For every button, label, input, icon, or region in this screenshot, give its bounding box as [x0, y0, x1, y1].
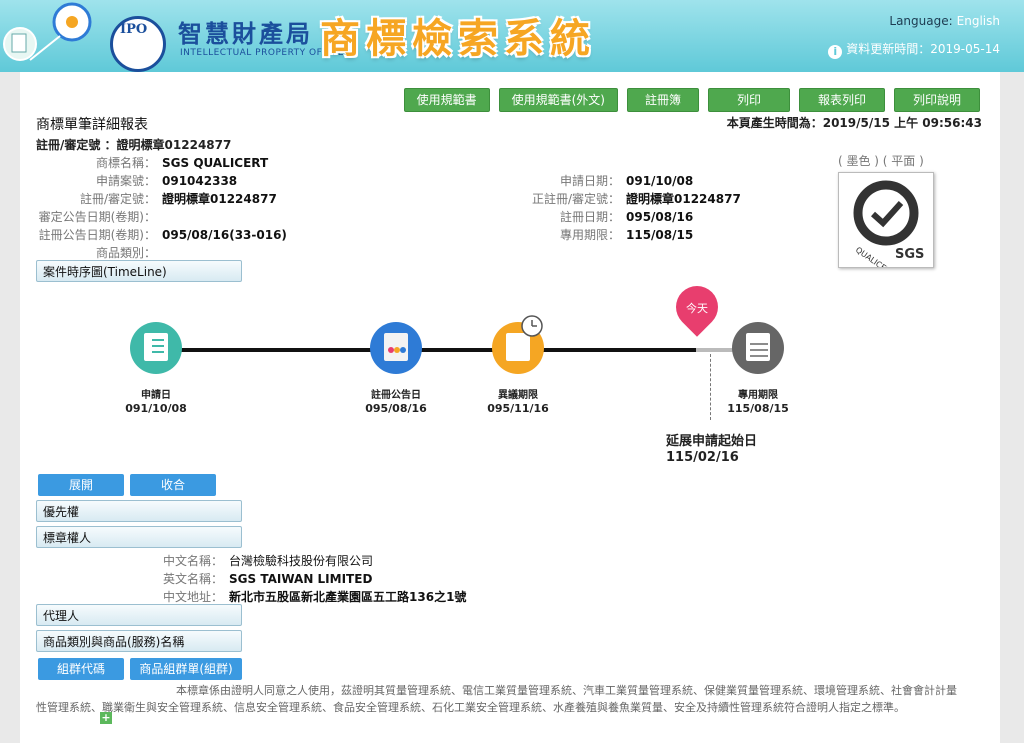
node-registration-pub-date: 095/08/16 — [365, 402, 427, 415]
data-update-time: i 資料更新時間：2019-05-14 — [828, 40, 1000, 59]
qualicert-word: QUALICERT — [854, 245, 896, 267]
node-application-label: 申請日 — [141, 390, 171, 401]
expand-plus-icon[interactable]: + — [100, 712, 112, 724]
info-icon: i — [828, 45, 843, 59]
report-title: 商標單筆詳細報表 — [36, 117, 148, 133]
node-registration-pub-label: 註冊公告日 — [371, 390, 421, 401]
detail-exclusive-term: 專用期限： 115/08/15 — [559, 228, 694, 242]
node-exclusive-term-label: 專用期限 — [738, 390, 778, 401]
collapse-all-button[interactable]: 收合 — [130, 474, 216, 496]
system-title: 商標檢索系統 — [320, 16, 596, 62]
section-timeline[interactable]: 案件時序圖(TimeLine) — [36, 260, 242, 282]
header-decoration-icon — [3, 2, 92, 61]
node-opposition-date: 095/11/16 — [487, 402, 549, 415]
qualicert-logo-icon: QUALICERT SGS — [853, 180, 924, 278]
expand-all-button[interactable]: 展開 — [38, 474, 124, 496]
org-name-cn: 智慧財產局 — [178, 20, 313, 48]
generated-time: 本頁產生時間為：2019/5/15 上午 09:56:43 — [726, 116, 982, 130]
extension-start-label: 延展申請起始日 — [666, 434, 758, 449]
node-exclusive-term-date: 115/08/15 — [727, 402, 789, 415]
toolbar: 使用規範書 使用規範書(外文) 註冊簿 列印 報表列印 列印說明 — [403, 88, 980, 112]
image-color-caption: ( 墨色 ) ( 平面 ) — [838, 154, 924, 168]
owner-name-cn: 中文名稱： 台灣檢驗科技股份有限公司 — [163, 554, 374, 568]
detail-application-date: 申請日期： 091/10/08 — [559, 174, 694, 188]
detail-trademark-name: 商標名稱： SGS QUALICERT — [95, 156, 269, 170]
detail-registration-no: 註冊/審定號： 證明標章01224877 — [79, 192, 277, 206]
site-header: IPO 智慧財產局 INTELLECTUAL PROPERTY OFFICE 商… — [0, 0, 1024, 72]
section-priority[interactable]: 優先權 — [36, 500, 242, 522]
register-book-button[interactable]: 註冊簿 — [627, 88, 699, 112]
node-exclusive-term-icon — [732, 322, 784, 374]
owner-name-en: 英文名稱： SGS TAIWAN LIMITED — [163, 572, 373, 586]
print-button[interactable]: 列印 — [708, 88, 790, 112]
detail-registration-pub-date: 註冊公告日期(卷期)： 095/08/16(33-016) — [38, 228, 287, 242]
usage-spec-button[interactable]: 使用規範書 — [403, 88, 490, 112]
node-registration-pub-icon — [370, 322, 422, 374]
detail-approval-pub-date: 審定公告日期(卷期)： — [38, 210, 156, 224]
timeline-line — [160, 348, 696, 352]
print-help-button[interactable]: 列印說明 — [894, 88, 980, 112]
report-print-button[interactable]: 報表列印 — [799, 88, 885, 112]
section-goods[interactable]: 商品類別與商品(服務)名稱 — [36, 630, 242, 652]
goods-description: 本標章係由證明人同意之人使用，茲證明其質量管理系統、電信工業質量管理系統、汽車工… — [36, 684, 957, 714]
report-content: 使用規範書 使用規範書(外文) 註冊簿 列印 報表列印 列印說明 商標單筆詳細報… — [20, 72, 1000, 743]
section-agent[interactable]: 代理人 — [36, 604, 242, 626]
extension-start-date: 115/02/16 — [666, 450, 739, 465]
node-application-icon — [130, 322, 182, 374]
group-code-button[interactable]: 組群代碼 — [38, 658, 124, 680]
ipo-logo-text: IPO — [120, 22, 148, 37]
language-label: Language: — [889, 14, 953, 28]
detail-goods-class: 商品類別： — [95, 246, 156, 260]
detail-main-registration-no: 正註冊/審定號： 證明標章01224877 — [531, 192, 741, 206]
node-opposition-icon — [492, 315, 544, 374]
language-english-link[interactable]: English — [957, 14, 1000, 28]
detail-application-no: 申請案號： 091042338 — [95, 174, 238, 188]
sgs-word: SGS — [895, 247, 924, 262]
node-application-date: 091/10/08 — [125, 402, 187, 415]
detail-registration-date: 註冊日期： 095/08/16 — [559, 210, 694, 224]
group-list-button[interactable]: 商品組群單(組群) — [130, 658, 242, 680]
owner-address-cn: 中文地址： 新北市五股區新北產業園區五工路136之1號 — [163, 590, 467, 604]
node-opposition-label: 異議期限 — [498, 390, 538, 401]
trademark-image[interactable]: QUALICERT SGS — [838, 172, 934, 278]
usage-spec-foreign-button[interactable]: 使用規範書(外文) — [498, 88, 618, 112]
language-switch: Language: English — [889, 14, 1000, 28]
section-owner[interactable]: 標章權人 — [36, 526, 242, 548]
today-label: 今天 — [686, 302, 708, 315]
registration-number: 註冊/審定號 ：證明標章01224877 — [36, 138, 232, 152]
